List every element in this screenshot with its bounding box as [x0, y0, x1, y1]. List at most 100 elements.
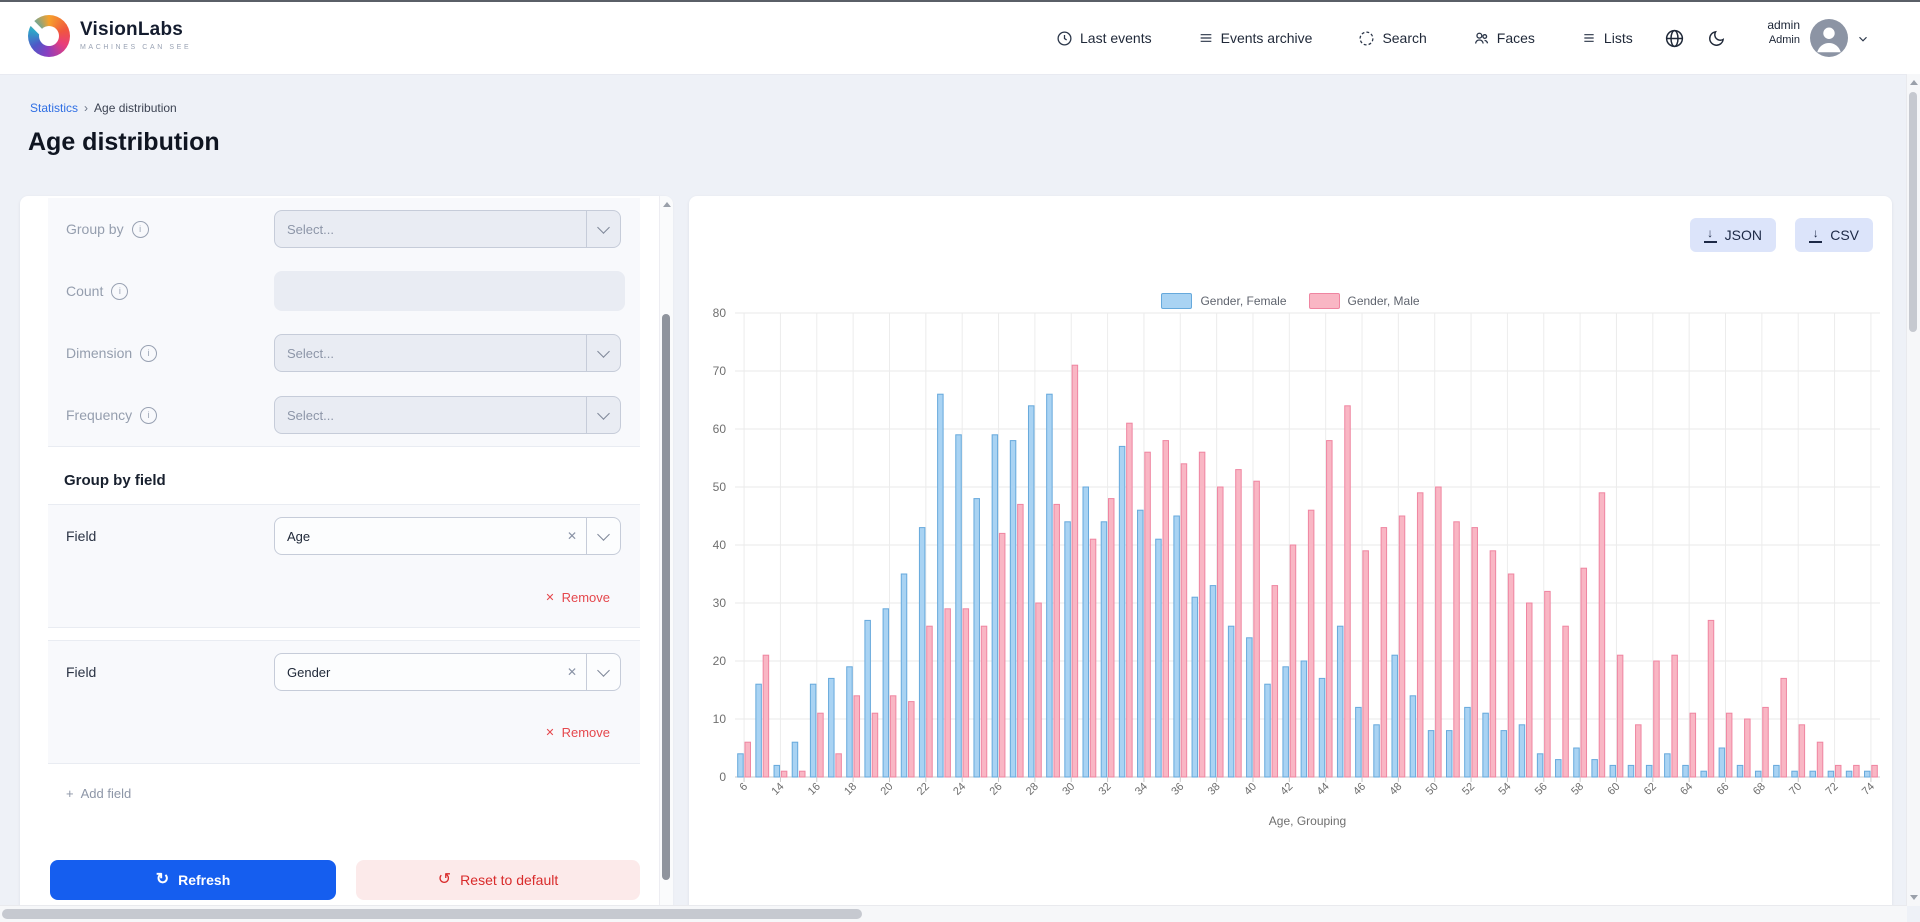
breadcrumb-statistics-link[interactable]: Statistics — [30, 101, 78, 115]
remove-label: Remove — [562, 590, 610, 605]
chevron-down-icon — [597, 407, 610, 420]
field-age-select[interactable]: Age ✕ — [274, 517, 621, 555]
dimension-select[interactable]: Select... — [274, 334, 621, 372]
svg-text:50: 50 — [1424, 781, 1441, 798]
horizontal-scrollbar-thumb[interactable] — [2, 909, 862, 919]
breadcrumb: Statistics › Age distribution — [30, 101, 177, 115]
window-vertical-scrollbar[interactable] — [1906, 74, 1920, 906]
age-distribution-bar-chart[interactable]: 0102030405060708061416182022242628303234… — [689, 196, 1892, 912]
info-icon[interactable]: i — [111, 283, 128, 300]
nav-item-lists[interactable]: Lists — [1581, 30, 1633, 46]
reset-icon: ↺ — [438, 872, 451, 888]
avatar[interactable] — [1810, 19, 1848, 57]
reset-label: Reset to default — [460, 872, 558, 888]
scroll-down-arrow[interactable] — [1910, 895, 1918, 900]
select-arrow-zone — [586, 654, 620, 690]
visionlabs-logo-icon[interactable] — [28, 15, 70, 57]
svg-text:80: 80 — [713, 306, 727, 320]
app-window: VisionLabs MACHINES CAN SEE Last events … — [0, 0, 1920, 922]
svg-text:42: 42 — [1278, 781, 1295, 798]
chevron-down-icon[interactable] — [1856, 32, 1870, 51]
group-by-select[interactable]: Select... — [274, 210, 621, 248]
menu-lines-icon — [1198, 30, 1214, 46]
remove-field-age-button[interactable]: ✕ Remove — [48, 567, 640, 628]
remove-label: Remove — [562, 725, 610, 740]
nav-item-label: Search — [1382, 30, 1426, 46]
filter-label: Frequency i — [48, 407, 274, 424]
nav-item-label: Faces — [1497, 30, 1535, 46]
svg-text:18: 18 — [842, 781, 859, 798]
brand-block: VisionLabs MACHINES CAN SEE — [80, 19, 191, 51]
nav-item-faces[interactable]: Faces — [1473, 30, 1535, 47]
field-label: Field — [48, 528, 274, 544]
close-icon: ✕ — [545, 591, 554, 604]
remove-field-gender-button[interactable]: ✕ Remove — [48, 702, 640, 764]
field-row-gender: Field Gender ✕ — [48, 640, 640, 704]
svg-text:14: 14 — [769, 781, 786, 798]
svg-text:26: 26 — [988, 781, 1005, 798]
chevron-down-icon — [597, 345, 610, 358]
select-arrow-zone — [586, 211, 620, 247]
panel-scrollbar[interactable] — [659, 196, 673, 916]
svg-text:70: 70 — [1787, 781, 1804, 798]
filter-row-frequency: Frequency i Select... — [48, 384, 640, 447]
select-arrow-zone — [586, 518, 620, 554]
breadcrumb-current: Age distribution — [94, 101, 177, 115]
svg-text:34: 34 — [1133, 781, 1150, 798]
svg-text:68: 68 — [1751, 781, 1768, 798]
info-icon[interactable]: i — [140, 345, 157, 362]
svg-text:48: 48 — [1387, 781, 1404, 798]
count-input[interactable] — [274, 271, 625, 311]
svg-text:22: 22 — [915, 781, 932, 798]
vertical-scrollbar-thumb[interactable] — [1909, 92, 1917, 332]
svg-text:46: 46 — [1351, 781, 1368, 798]
dashed-circle-icon — [1358, 30, 1375, 47]
field-row-age: Field Age ✕ — [48, 504, 640, 568]
plus-icon: + — [66, 786, 74, 801]
info-icon[interactable]: i — [132, 221, 149, 238]
dimension-label: Dimension — [66, 345, 132, 361]
select-placeholder: Select... — [275, 408, 586, 423]
info-icon[interactable]: i — [140, 407, 157, 424]
svg-text:70: 70 — [713, 364, 727, 378]
svg-text:64: 64 — [1678, 781, 1695, 798]
add-field-button[interactable]: + Add field — [66, 786, 131, 801]
window-horizontal-scrollbar[interactable] — [0, 905, 1907, 922]
filter-label: Dimension i — [48, 345, 274, 362]
svg-text:36: 36 — [1169, 781, 1186, 798]
add-field-label: Add field — [81, 786, 132, 801]
count-label: Count — [66, 283, 103, 299]
select-placeholder: Select... — [275, 346, 586, 361]
svg-text:72: 72 — [1824, 781, 1841, 798]
frequency-select[interactable]: Select... — [274, 396, 621, 434]
svg-text:30: 30 — [713, 596, 727, 610]
user-menu[interactable]: admin Admin — [1722, 18, 1800, 46]
filters-panel: Group by i Select... Count i Dimension i… — [20, 196, 672, 916]
scroll-up-arrow[interactable] — [1910, 80, 1918, 85]
nav-menu: Last events Events archive Search Faces … — [1056, 2, 1633, 74]
chevron-down-icon — [597, 664, 610, 677]
svg-text:24: 24 — [951, 781, 968, 798]
nav-item-last-events[interactable]: Last events — [1056, 30, 1152, 47]
page-title: Age distribution — [28, 128, 220, 157]
svg-text:40: 40 — [1242, 781, 1259, 798]
filter-row-group-by: Group by i Select... — [48, 198, 640, 261]
svg-text:56: 56 — [1533, 781, 1550, 798]
close-icon: ✕ — [545, 726, 554, 739]
svg-text:60: 60 — [1605, 781, 1622, 798]
nav-item-events-archive[interactable]: Events archive — [1198, 30, 1313, 46]
select-placeholder: Select... — [275, 222, 586, 237]
select-arrow-zone — [586, 397, 620, 433]
field-gender-select[interactable]: Gender ✕ — [274, 653, 621, 691]
scroll-up-arrow[interactable] — [663, 202, 671, 207]
globe-icon[interactable] — [1664, 28, 1685, 49]
svg-text:58: 58 — [1569, 781, 1586, 798]
filter-label: Count i — [48, 283, 274, 300]
nav-item-search[interactable]: Search — [1358, 30, 1426, 47]
refresh-button[interactable]: ↻ Refresh — [50, 860, 336, 900]
reset-to-default-button[interactable]: ↺ Reset to default — [356, 860, 640, 900]
svg-text:30: 30 — [1060, 781, 1077, 798]
panel-scrollbar-thumb[interactable] — [662, 314, 670, 880]
clear-icon[interactable]: ✕ — [558, 529, 586, 543]
clear-icon[interactable]: ✕ — [558, 665, 586, 679]
